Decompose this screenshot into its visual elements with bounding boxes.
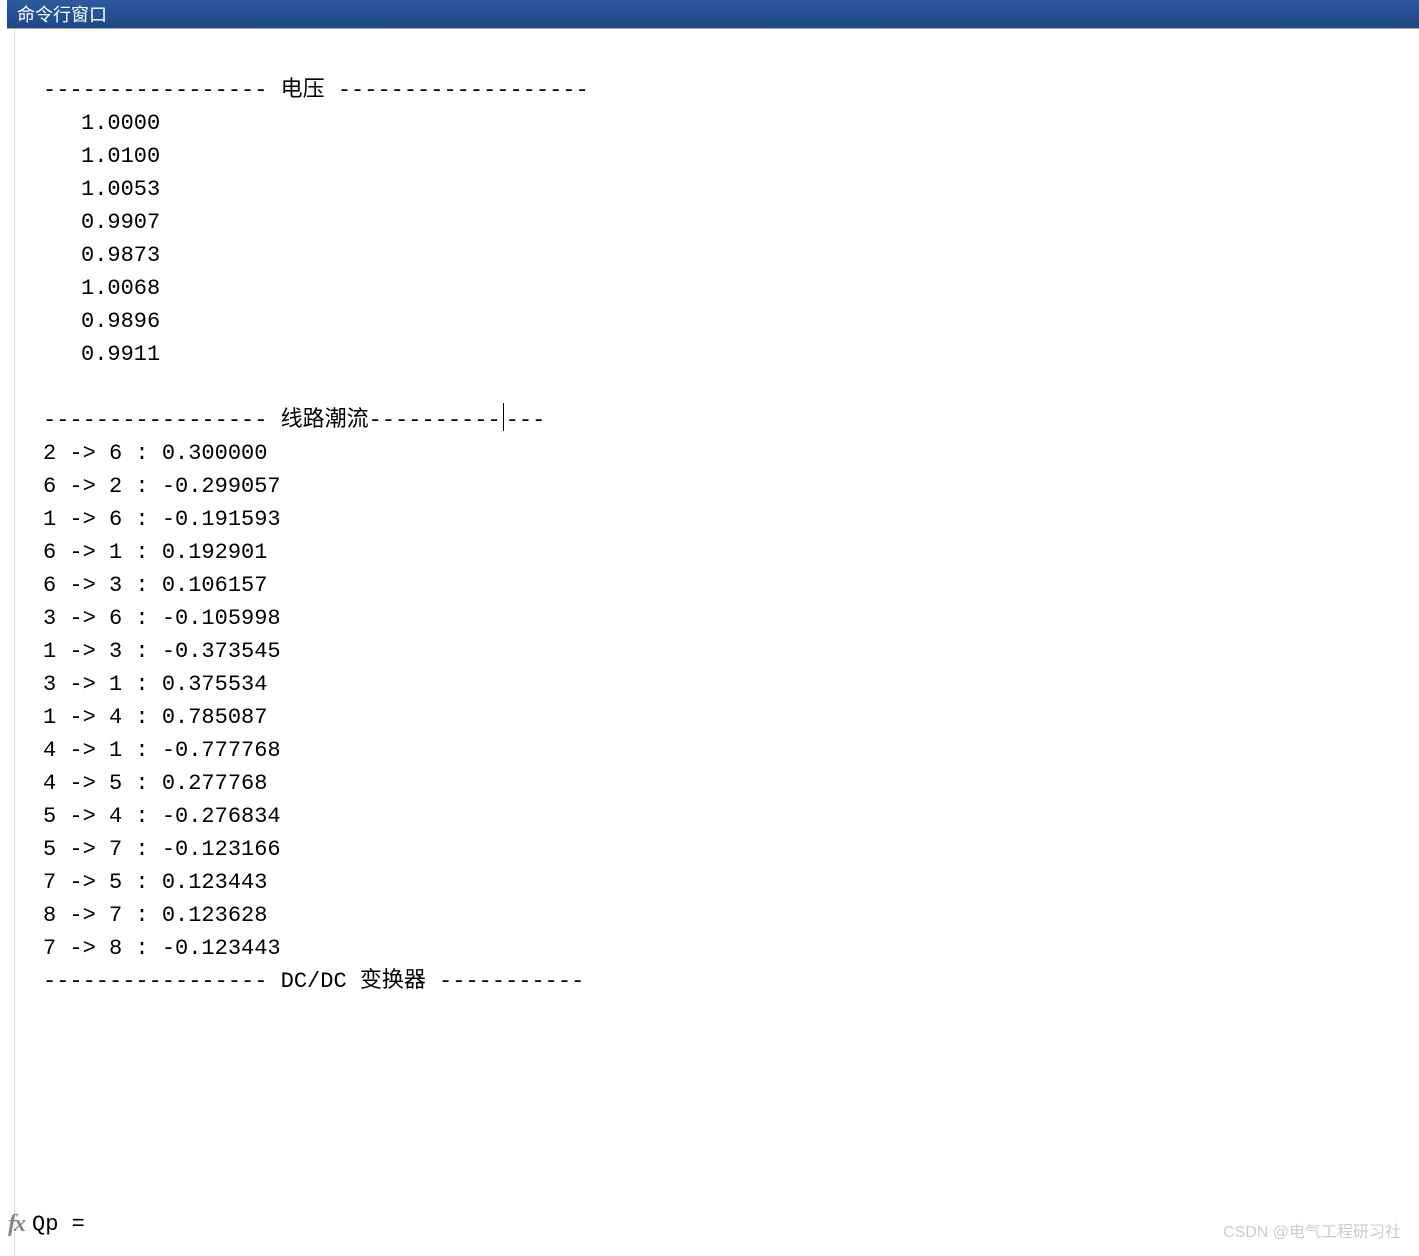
left-gutter bbox=[7, 29, 15, 1256]
lineflow-row: 3 -> 6 : -0.105998 bbox=[43, 606, 281, 631]
text-cursor bbox=[503, 403, 504, 431]
content-wrapper: ----------------- 电压 -------------------… bbox=[7, 28, 1419, 1256]
lineflow-row: 6 -> 1 : 0.192901 bbox=[43, 540, 267, 565]
lineflow-row: 3 -> 1 : 0.375534 bbox=[43, 672, 267, 697]
command-window: 命令行窗口 ----------------- 电压 -------------… bbox=[0, 0, 1419, 1256]
prompt-text: Qp = bbox=[32, 1212, 85, 1237]
voltage-value: 1.0068 bbox=[43, 276, 160, 301]
watermark: CSDN @电气工程研习社 bbox=[1223, 1218, 1401, 1242]
lineflow-header-post: --- bbox=[506, 408, 546, 433]
lineflow-row: 7 -> 8 : -0.123443 bbox=[43, 936, 281, 961]
voltage-value: 0.9911 bbox=[43, 342, 160, 367]
lineflow-row: 4 -> 1 : -0.777768 bbox=[43, 738, 281, 763]
voltage-header: ----------------- 电压 ------------------- bbox=[43, 78, 589, 103]
title-bar: 命令行窗口 bbox=[7, 0, 1419, 28]
lineflow-header-pre: ----------------- 线路潮流---------- bbox=[43, 408, 501, 433]
lineflow-row: 2 -> 6 : 0.300000 bbox=[43, 441, 267, 466]
window-title: 命令行窗口 bbox=[17, 1, 107, 27]
lineflow-row: 1 -> 3 : -0.373545 bbox=[43, 639, 281, 664]
voltage-value: 0.9896 bbox=[43, 309, 160, 334]
console-output[interactable]: ----------------- 电压 -------------------… bbox=[15, 29, 1419, 1256]
dcdc-header: ----------------- DC/DC 变换器 ----------- bbox=[43, 969, 584, 994]
prompt-row[interactable]: fx Qp = bbox=[8, 1211, 85, 1238]
voltage-value: 1.0100 bbox=[43, 144, 160, 169]
fx-icon: fx bbox=[8, 1211, 24, 1238]
lineflow-row: 7 -> 5 : 0.123443 bbox=[43, 870, 267, 895]
lineflow-row: 4 -> 5 : 0.277768 bbox=[43, 771, 267, 796]
voltage-value: 0.9907 bbox=[43, 210, 160, 235]
lineflow-row: 6 -> 3 : 0.106157 bbox=[43, 573, 267, 598]
lineflow-row: 5 -> 7 : -0.123166 bbox=[43, 837, 281, 862]
lineflow-row: 1 -> 4 : 0.785087 bbox=[43, 705, 267, 730]
lineflow-row: 8 -> 7 : 0.123628 bbox=[43, 903, 267, 928]
voltage-value: 1.0000 bbox=[43, 111, 160, 136]
lineflow-row: 5 -> 4 : -0.276834 bbox=[43, 804, 281, 829]
lineflow-row: 6 -> 2 : -0.299057 bbox=[43, 474, 281, 499]
lineflow-row: 1 -> 6 : -0.191593 bbox=[43, 507, 281, 532]
voltage-value: 1.0053 bbox=[43, 177, 160, 202]
voltage-value: 0.9873 bbox=[43, 243, 160, 268]
